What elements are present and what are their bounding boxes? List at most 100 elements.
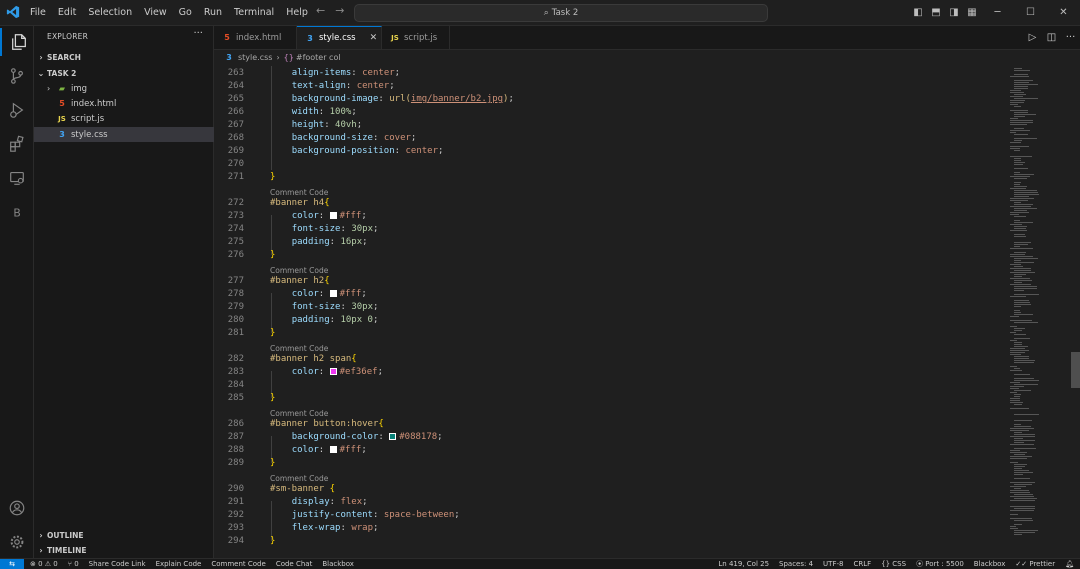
menu-help[interactable]: Help: [286, 7, 308, 18]
notifications-bell-icon[interactable]: 🔔︎: [1065, 560, 1074, 568]
code-line: 276}: [227, 250, 276, 260]
run-icon[interactable]: ▷: [1023, 32, 1042, 43]
minimap-line: [1014, 334, 1026, 335]
minimap-line: [1014, 210, 1027, 211]
tree-item-img-folder[interactable]: › ▰ img: [34, 81, 226, 96]
minimap-line: [1010, 102, 1024, 103]
minimap-line: [1010, 188, 1026, 189]
outline-section[interactable]: › OUTLINE: [34, 528, 213, 543]
close-window-icon[interactable]: ✕: [1047, 7, 1080, 18]
minimap-line: [1014, 194, 1039, 195]
forward-arrow-icon[interactable]: →: [335, 4, 344, 17]
menu-edit[interactable]: Edit: [58, 7, 76, 18]
explorer-icon[interactable]: [0, 28, 35, 56]
end-of-line[interactable]: CRLF: [853, 560, 871, 568]
close-tab-icon[interactable]: ✕: [370, 33, 378, 43]
encoding[interactable]: UTF-8: [823, 560, 843, 568]
minimap-slider[interactable]: [1071, 352, 1080, 388]
menu-selection[interactable]: Selection: [88, 7, 132, 18]
account-icon[interactable]: [0, 494, 33, 522]
maximize-icon[interactable]: ☐: [1014, 7, 1047, 18]
more-actions-icon[interactable]: ···: [193, 28, 203, 39]
minimap-line: [1014, 164, 1023, 165]
tree-item-style-css[interactable]: 3 style.css: [34, 127, 236, 142]
minimap-line: [1014, 68, 1022, 69]
blackbox-icon[interactable]: B: [0, 198, 33, 226]
menu-view[interactable]: View: [144, 7, 167, 18]
cursor-position[interactable]: Ln 419, Col 25: [718, 560, 769, 568]
color-swatch[interactable]: [329, 290, 337, 297]
indentation[interactable]: Spaces: 4: [779, 560, 813, 568]
menu-run[interactable]: Run: [204, 7, 222, 18]
code-line: 271}: [227, 172, 276, 182]
more-actions-icon[interactable]: ···: [1061, 32, 1080, 43]
menu-terminal[interactable]: Terminal: [234, 7, 274, 18]
extensions-icon[interactable]: [0, 130, 33, 158]
breadcrumb-symbol[interactable]: #footer col: [296, 53, 341, 62]
minimap-line: [1010, 458, 1027, 459]
menu-file[interactable]: File: [30, 7, 46, 18]
chevron-right-icon: ›: [39, 53, 43, 62]
color-swatch[interactable]: [329, 212, 337, 219]
activity-bar: B: [0, 26, 34, 558]
toggle-secondary-sidebar-icon[interactable]: ◨: [945, 7, 963, 18]
run-debug-icon[interactable]: [0, 96, 33, 124]
tree-item-index-html[interactable]: 5 index.html: [34, 96, 236, 111]
minimap-line: [1010, 120, 1033, 121]
prettier-status[interactable]: ✓✓ Prettier: [1015, 560, 1055, 568]
color-swatch[interactable]: [389, 433, 397, 440]
minimap[interactable]: [1008, 66, 1080, 558]
tree-item-script-js[interactable]: JS script.js: [34, 111, 236, 126]
menu-go[interactable]: Go: [179, 7, 192, 18]
minimap-line: [1014, 112, 1028, 113]
minimap-line: [1014, 384, 1038, 385]
js-file-icon: JS: [58, 114, 66, 123]
minimize-icon[interactable]: ─: [981, 7, 1014, 18]
toggle-primary-sidebar-icon[interactable]: ◧: [909, 7, 927, 18]
split-editor-icon[interactable]: ◫: [1042, 32, 1061, 43]
toggle-panel-icon[interactable]: ⬒: [927, 7, 945, 18]
minimap-line: [1010, 248, 1033, 249]
minimap-line: [1014, 342, 1022, 343]
problems-indicator[interactable]: ⊗ 0 ⚠ 0: [30, 560, 58, 568]
color-swatch[interactable]: [329, 446, 337, 453]
code-line: 273 color: #fff;: [227, 211, 367, 221]
explain-code[interactable]: Explain Code: [156, 560, 202, 568]
share-code-link[interactable]: Share Code Link: [89, 560, 146, 568]
customize-layout-icon[interactable]: ▦: [963, 7, 981, 18]
back-arrow-icon[interactable]: ←: [316, 4, 325, 17]
minimap-line: [1010, 118, 1018, 119]
code-line: 269 background-position: center;: [227, 146, 444, 156]
timeline-section-label: TIMELINE: [47, 546, 87, 555]
timeline-section[interactable]: › TIMELINE: [34, 543, 213, 558]
settings-gear-icon[interactable]: [0, 528, 33, 556]
tab-index-html[interactable]: 5 index.html: [214, 26, 297, 49]
minimap-line: [1010, 350, 1029, 351]
minimap-line: [1010, 124, 1027, 125]
remote-explorer-icon[interactable]: [0, 164, 33, 192]
blackbox-status[interactable]: Blackbox: [974, 560, 1006, 568]
minimap-line: [1010, 272, 1035, 273]
language-mode[interactable]: {} CSS: [881, 560, 906, 568]
source-control-icon[interactable]: [0, 62, 33, 90]
blackbox-left[interactable]: Blackbox: [322, 560, 354, 568]
minimap-line: [1014, 178, 1027, 179]
minimap-line: [1010, 398, 1020, 399]
image-folder-icon: ▰: [58, 84, 66, 93]
command-center-label: Task 2: [551, 8, 579, 18]
code-line: 286 #banner button:hover{: [227, 419, 384, 429]
code-chat[interactable]: Code Chat: [276, 560, 313, 568]
minimap-line: [1010, 110, 1028, 111]
comment-code[interactable]: Comment Code: [211, 560, 265, 568]
code-line: 274 font-size: 30px;: [227, 224, 379, 234]
folder-section[interactable]: ⌄ TASK 2: [34, 66, 213, 81]
code-line: 284: [227, 380, 244, 390]
ports-indicator[interactable]: ⑂ 0: [68, 560, 79, 568]
code-editor[interactable]: 263 align-items: center; 264 text-align:…: [214, 66, 1008, 558]
breadcrumb-file[interactable]: style.css: [238, 53, 272, 62]
command-center[interactable]: ⌕ Task 2: [354, 4, 768, 22]
tab-style-css[interactable]: 3 style.css ✕: [297, 26, 382, 49]
color-swatch[interactable]: [329, 368, 337, 375]
tab-script-js[interactable]: JS script.js: [382, 26, 450, 49]
search-section[interactable]: › SEARCH: [34, 50, 213, 65]
